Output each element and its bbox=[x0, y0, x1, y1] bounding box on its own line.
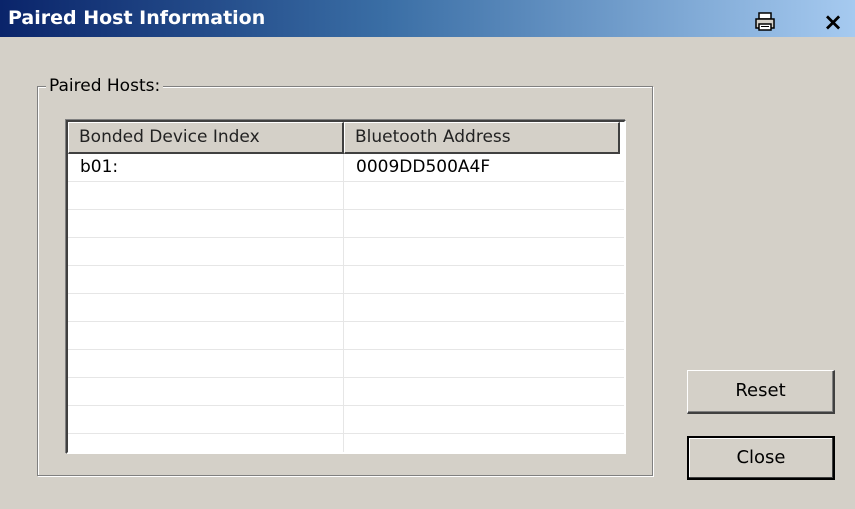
bonded-device-index-cell: b01: bbox=[68, 154, 344, 181]
table-row[interactable] bbox=[68, 294, 624, 322]
bonded-device-index-cell bbox=[68, 378, 344, 405]
paired-hosts-label: Paired Hosts: bbox=[46, 76, 164, 96]
window-title: Paired Host Information bbox=[8, 7, 266, 29]
bluetooth-address-cell bbox=[344, 322, 620, 349]
close-icon[interactable]: × bbox=[822, 10, 844, 34]
reset-button[interactable]: Reset bbox=[687, 370, 835, 414]
bluetooth-address-cell bbox=[344, 210, 620, 237]
table-row[interactable] bbox=[68, 182, 624, 210]
bluetooth-address-cell bbox=[344, 434, 620, 452]
print-icon[interactable] bbox=[754, 11, 776, 33]
bonded-device-index-cell bbox=[68, 182, 344, 209]
title-bar[interactable]: Paired Host Information × bbox=[0, 0, 855, 37]
table-row[interactable] bbox=[68, 210, 624, 238]
table-row[interactable] bbox=[68, 350, 624, 378]
table-row[interactable] bbox=[68, 238, 624, 266]
table-row[interactable] bbox=[68, 266, 624, 294]
bonded-device-index-cell bbox=[68, 322, 344, 349]
table-row[interactable] bbox=[68, 434, 624, 452]
table-row[interactable] bbox=[68, 322, 624, 350]
bonded-device-index-cell bbox=[68, 294, 344, 321]
table-row[interactable]: b01: 0009DD500A4F bbox=[68, 154, 624, 182]
bluetooth-address-cell: 0009DD500A4F bbox=[356, 157, 491, 177]
list-header: Bonded Device Index Bluetooth Address bbox=[68, 122, 624, 154]
bonded-device-index-cell bbox=[68, 350, 344, 377]
bluetooth-address-cell bbox=[344, 294, 620, 321]
table-row[interactable] bbox=[68, 406, 624, 434]
bluetooth-address-cell bbox=[344, 238, 620, 265]
bonded-device-index-cell bbox=[68, 238, 344, 265]
bluetooth-address-cell bbox=[344, 350, 620, 377]
bonded-device-index-cell bbox=[68, 266, 344, 293]
bluetooth-address-cell bbox=[344, 266, 620, 293]
bonded-device-index-cell bbox=[68, 406, 344, 433]
bluetooth-address-cell bbox=[344, 378, 620, 405]
bluetooth-address-cell bbox=[344, 182, 620, 209]
list-rows: b01: 0009DD500A4F bbox=[68, 154, 624, 452]
dialog-window: Paired Host Information × Paired Hosts: … bbox=[0, 0, 855, 509]
close-button[interactable]: Close bbox=[687, 436, 835, 480]
table-row[interactable] bbox=[68, 378, 624, 406]
column-header-bonded-device-index[interactable]: Bonded Device Index bbox=[68, 122, 344, 154]
bonded-device-index-cell bbox=[68, 210, 344, 237]
column-header-bluetooth-address[interactable]: Bluetooth Address bbox=[344, 122, 620, 154]
paired-hosts-list[interactable]: Bonded Device Index Bluetooth Address b0… bbox=[66, 120, 626, 454]
bonded-device-index-cell bbox=[68, 434, 344, 452]
bluetooth-address-cell bbox=[344, 406, 620, 433]
